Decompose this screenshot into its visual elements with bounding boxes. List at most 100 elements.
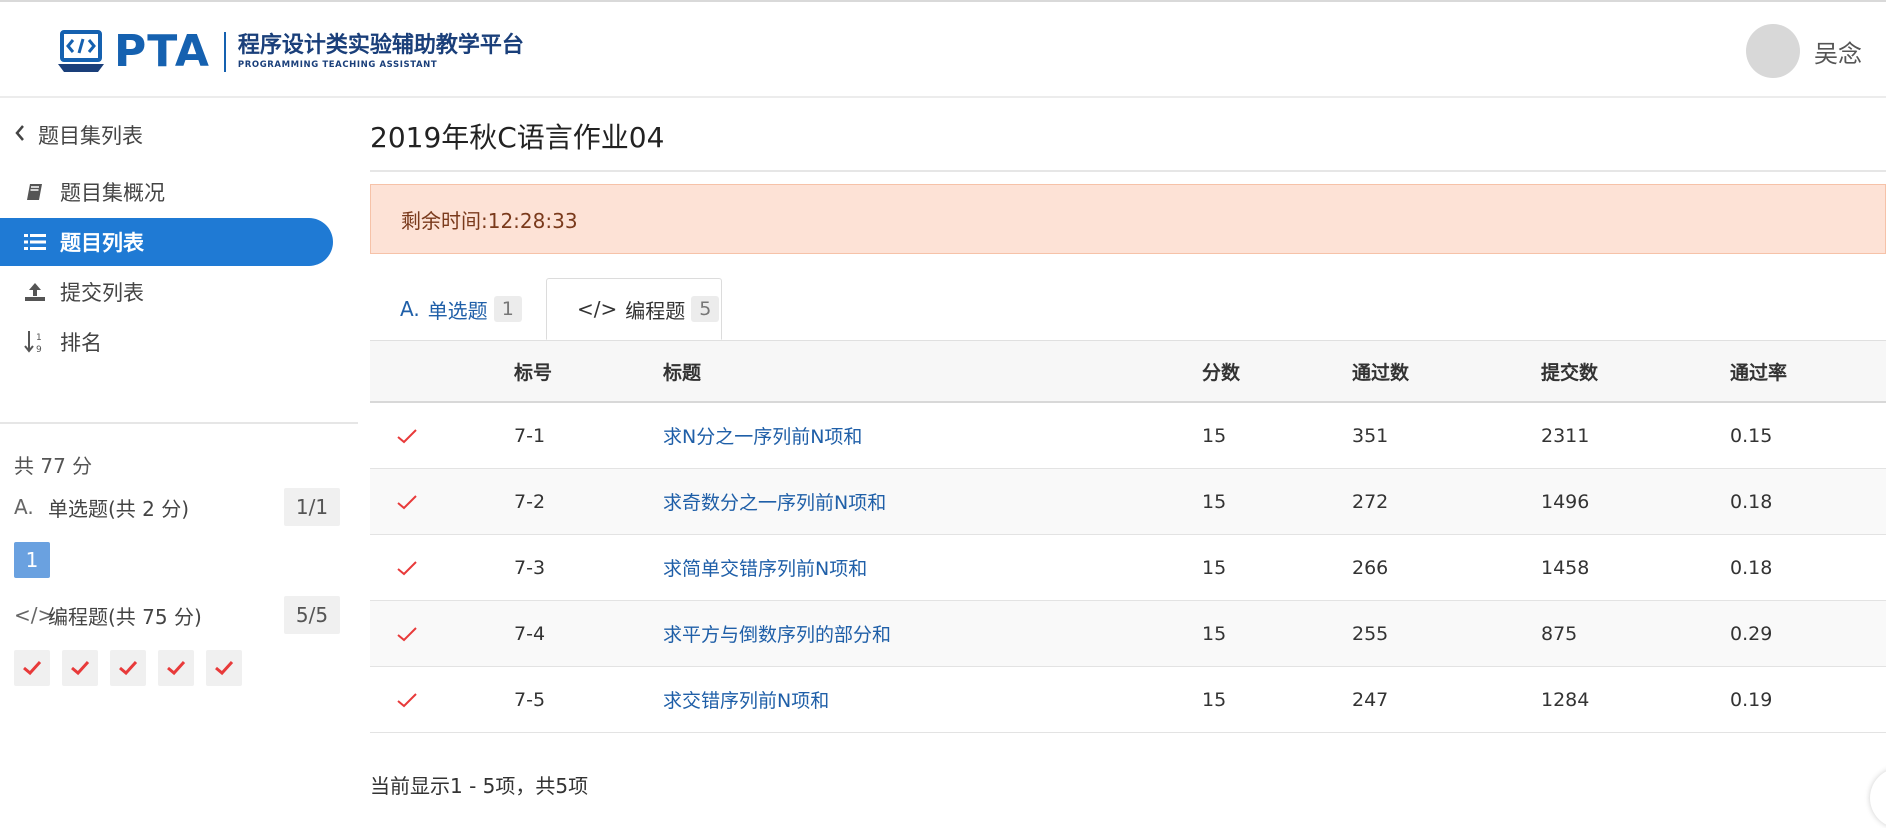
svg-text:1: 1 <box>36 333 42 343</box>
problem-title-link[interactable]: 求平方与倒数序列的部分和 <box>663 601 891 666</box>
problem-id: 7-1 <box>514 424 546 447</box>
column-header-passed[interactable]: 通过数 <box>1352 341 1409 401</box>
submitted-count: 875 <box>1541 622 1578 645</box>
table-row[interactable]: 7-1 求N分之一序列前N项和 15 351 2311 0.15 <box>370 403 1886 469</box>
single-choice-icon: A. <box>400 297 420 321</box>
pass-rate: 0.18 <box>1730 490 1773 513</box>
logo-subtitle: PROGRAMMING TEACHING ASSISTANT <box>237 60 438 71</box>
accepted-check-icon <box>396 535 418 600</box>
question-button[interactable] <box>110 650 146 686</box>
sidebar-item-submissions[interactable]: 提交列表 <box>0 268 333 316</box>
problem-table: 标号 标题 分数 通过数 提交数 通过率 7-1 求N分之一序列前N项和 15 … <box>370 340 1886 733</box>
table-row[interactable]: 7-5 求交错序列前N项和 15 247 1284 0.19 <box>370 667 1886 733</box>
group-progress: 1/1 <box>284 488 340 526</box>
code-screen-icon <box>58 30 106 74</box>
column-header-pass-rate[interactable]: 通过率 <box>1730 341 1787 401</box>
problem-id: 7-2 <box>514 490 546 513</box>
sidebar: 题目集列表 题目集概况 题目列表 提交列表 19 排名 共 77 分 A. 单选… <box>0 98 358 828</box>
tab-label: 单选题 <box>427 298 488 323</box>
upload-icon <box>22 279 48 305</box>
problem-score: 15 <box>1202 490 1227 513</box>
tab-count-badge: 5 <box>691 296 720 322</box>
passed-count: 272 <box>1352 490 1389 513</box>
total-score: 共 77 分 <box>14 454 93 478</box>
pta-logo[interactable]: PTA 程序设计类实验辅助教学平台 PROGRAMMING TEACHING A… <box>58 28 524 76</box>
question-button[interactable] <box>206 650 242 686</box>
check-icon <box>119 660 138 676</box>
problem-score: 15 <box>1202 556 1227 579</box>
sidebar-item-ranking[interactable]: 19 排名 <box>0 318 333 366</box>
remaining-time: 剩余时间:12:28:33 <box>401 208 578 233</box>
pass-rate: 0.15 <box>1730 424 1773 447</box>
sidebar-item-label: 提交列表 <box>60 281 144 305</box>
passed-count: 266 <box>1352 556 1389 579</box>
sort-numeric-icon: 19 <box>22 329 48 355</box>
pass-rate: 0.19 <box>1730 688 1773 711</box>
accepted-check-icon <box>396 469 418 534</box>
top-header: PTA 程序设计类实验辅助教学平台 PROGRAMMING TEACHING A… <box>0 0 1886 98</box>
tab-programming[interactable]: </> 编程题 5 <box>546 278 722 340</box>
pagination-info: 当前显示1 - 5项，共5项 <box>370 774 589 798</box>
accepted-check-icon <box>396 403 418 468</box>
passed-count: 255 <box>1352 622 1389 645</box>
tab-single-choice[interactable]: A. 单选题 1 <box>400 278 550 340</box>
column-header-title[interactable]: 标题 <box>663 341 701 401</box>
group-progress: 5/5 <box>284 596 340 634</box>
sidebar-item-overview[interactable]: 题目集概况 <box>0 168 333 216</box>
group-programming: </> 编程题(共 75 分) 5/5 <box>14 596 340 634</box>
problem-title-link[interactable]: 求简单交错序列前N项和 <box>663 535 867 600</box>
user-menu[interactable]: 吴念 <box>1746 24 1862 78</box>
book-icon <box>22 179 48 205</box>
question-button[interactable]: 1 <box>14 542 50 578</box>
title-divider <box>370 170 1886 172</box>
chevron-left-icon <box>14 123 26 148</box>
sidebar-item-problem-list[interactable]: 题目列表 <box>0 218 333 266</box>
problem-score: 15 <box>1202 622 1227 645</box>
submitted-count: 1496 <box>1541 490 1590 513</box>
problem-id: 7-4 <box>514 622 546 645</box>
back-link-label: 题目集列表 <box>38 124 143 148</box>
group-single-choice: A. 单选题(共 2 分) 1/1 <box>14 488 340 526</box>
sidebar-divider <box>0 422 358 424</box>
problem-title-link[interactable]: 求N分之一序列前N项和 <box>663 403 862 468</box>
sidebar-item-label: 题目集概况 <box>60 181 165 205</box>
avatar[interactable] <box>1746 24 1800 78</box>
problem-title-link[interactable]: 求奇数分之一序列前N项和 <box>663 469 886 534</box>
floating-side-button[interactable] <box>1870 768 1886 828</box>
column-header-score[interactable]: 分数 <box>1202 341 1240 401</box>
pass-rate: 0.29 <box>1730 622 1773 645</box>
problem-score: 15 <box>1202 688 1227 711</box>
pass-rate: 0.18 <box>1730 556 1773 579</box>
question-button[interactable] <box>14 650 50 686</box>
passed-count: 247 <box>1352 688 1389 711</box>
problem-id: 7-3 <box>514 556 546 579</box>
check-icon <box>167 660 186 676</box>
check-icon <box>71 660 90 676</box>
problem-score: 15 <box>1202 424 1227 447</box>
tab-label: 编程题 <box>625 298 686 323</box>
logo-divider <box>223 32 226 72</box>
table-row[interactable]: 7-4 求平方与倒数序列的部分和 15 255 875 0.29 <box>370 601 1886 667</box>
question-button[interactable] <box>62 650 98 686</box>
page-title: 2019年秋C语言作业04 <box>370 121 665 154</box>
sidebar-item-label: 题目列表 <box>60 231 144 255</box>
table-header: 标号 标题 分数 通过数 提交数 通过率 <box>370 340 1886 403</box>
user-name[interactable]: 吴念 <box>1814 34 1862 69</box>
problem-id: 7-5 <box>514 688 546 711</box>
tab-count-badge: 1 <box>493 296 522 322</box>
group-label: 单选题(共 2 分) <box>48 496 190 521</box>
submitted-count: 2311 <box>1541 424 1590 447</box>
submitted-count: 1458 <box>1541 556 1590 579</box>
back-to-problem-sets-link[interactable]: 题目集列表 <box>14 120 143 150</box>
column-header-id[interactable]: 标号 <box>514 341 552 401</box>
table-row[interactable]: 7-3 求简单交错序列前N项和 15 266 1458 0.18 <box>370 535 1886 601</box>
check-icon <box>215 660 234 676</box>
question-button[interactable] <box>158 650 194 686</box>
group-label: 编程题(共 75 分) <box>48 604 202 629</box>
problem-title-link[interactable]: 求交错序列前N项和 <box>663 667 829 732</box>
table-row[interactable]: 7-2 求奇数分之一序列前N项和 15 272 1496 0.18 <box>370 469 1886 535</box>
check-icon <box>23 660 42 676</box>
column-header-submitted[interactable]: 提交数 <box>1541 341 1598 401</box>
logo-title: 程序设计类实验辅助教学平台 <box>237 32 524 58</box>
logo-text: PTA <box>114 26 210 77</box>
